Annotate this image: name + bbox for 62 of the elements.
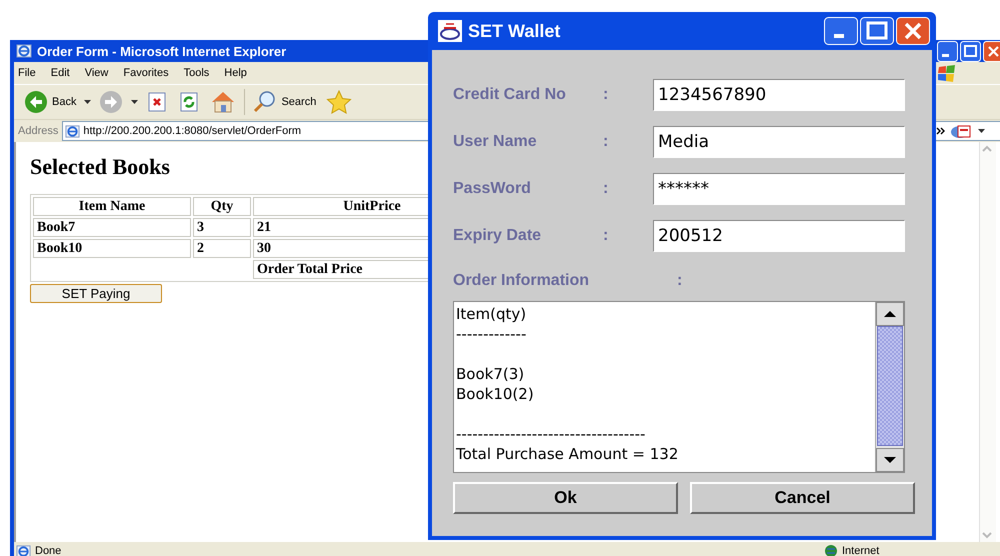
cancel-button[interactable]: Cancel [690, 482, 915, 514]
window-title: Order Form - Microsoft Internet Explorer [37, 44, 286, 58]
colon: : [603, 86, 610, 104]
colon: : [677, 272, 682, 290]
scroll-down-icon[interactable] [884, 457, 896, 463]
zone-text: Internet [842, 545, 880, 556]
text-line: Total Purchase Amount = 132 [456, 444, 680, 464]
page-icon [65, 124, 80, 138]
menu-item[interactable]: File [18, 67, 45, 79]
maximize-button[interactable] [960, 40, 981, 62]
status-text: Done [35, 545, 62, 556]
close-button[interactable] [896, 17, 930, 45]
ok-button[interactable]: Ok [453, 482, 678, 514]
search-button[interactable]: Search [251, 90, 318, 114]
input-field[interactable]: 1234567890 [653, 78, 905, 110]
text-line: Item(qty) [456, 304, 528, 324]
dialog-title: SET Wallet [468, 20, 560, 42]
order-text-area[interactable]: Item(qty) ------------- Book7(3) Book10(2) ----------------------------------- Total Purchase Amount = 132 [453, 301, 905, 473]
browser-logo-icon [16, 43, 32, 59]
app-icon [438, 20, 462, 42]
menu-item[interactable]: View [84, 67, 118, 79]
close-button[interactable] [983, 40, 1000, 62]
back-button[interactable]: Back [22, 90, 78, 114]
input-field[interactable]: ****** [653, 172, 905, 204]
field-label: PassWord [453, 180, 532, 198]
minimize-button[interactable] [937, 40, 958, 62]
scroll-thumb[interactable] [877, 326, 903, 446]
table-cell: 3 [193, 218, 251, 237]
caret-icon[interactable] [131, 100, 138, 104]
colon: : [603, 226, 610, 244]
colon: : [603, 180, 610, 198]
menu-item[interactable]: Favorites [123, 67, 178, 79]
text-line: ----------------------------------- [456, 424, 646, 444]
scroll-up-icon[interactable] [884, 311, 896, 317]
text-line: Book10(2) [456, 384, 535, 404]
page-heading: Selected Books [30, 154, 171, 180]
search-icon[interactable] [253, 90, 278, 114]
input-field[interactable]: Media [653, 126, 905, 158]
column-header: Item Name [33, 197, 191, 216]
globe-icon [824, 544, 838, 556]
page-icon [16, 544, 31, 556]
text-line: ------------- [456, 324, 528, 344]
chevron-icon[interactable] [936, 127, 946, 135]
field-label: Credit Card No [453, 86, 567, 104]
windows-flag-icon [936, 64, 958, 82]
menu-item[interactable]: Tools [184, 67, 218, 79]
address-label: Address [18, 125, 58, 137]
input-field[interactable]: 200512 [653, 220, 905, 252]
column-header: Qty [193, 197, 251, 216]
caret-icon[interactable] [978, 129, 985, 133]
set-paying-button[interactable]: SET Paying [30, 284, 162, 303]
menu-item[interactable]: Edit [50, 67, 79, 79]
table-cell: Book10 [33, 239, 191, 258]
colon: : [603, 132, 610, 150]
field-label: User Name [453, 132, 538, 150]
menu-item[interactable]: Help [224, 67, 256, 79]
table-cell: Book7 [33, 218, 191, 237]
table-cell: 2 [193, 239, 251, 258]
text-line: Book7(3) [456, 364, 526, 384]
caret-icon[interactable] [84, 100, 92, 104]
maximize-button[interactable] [860, 17, 894, 45]
minimize-button[interactable] [824, 17, 858, 45]
